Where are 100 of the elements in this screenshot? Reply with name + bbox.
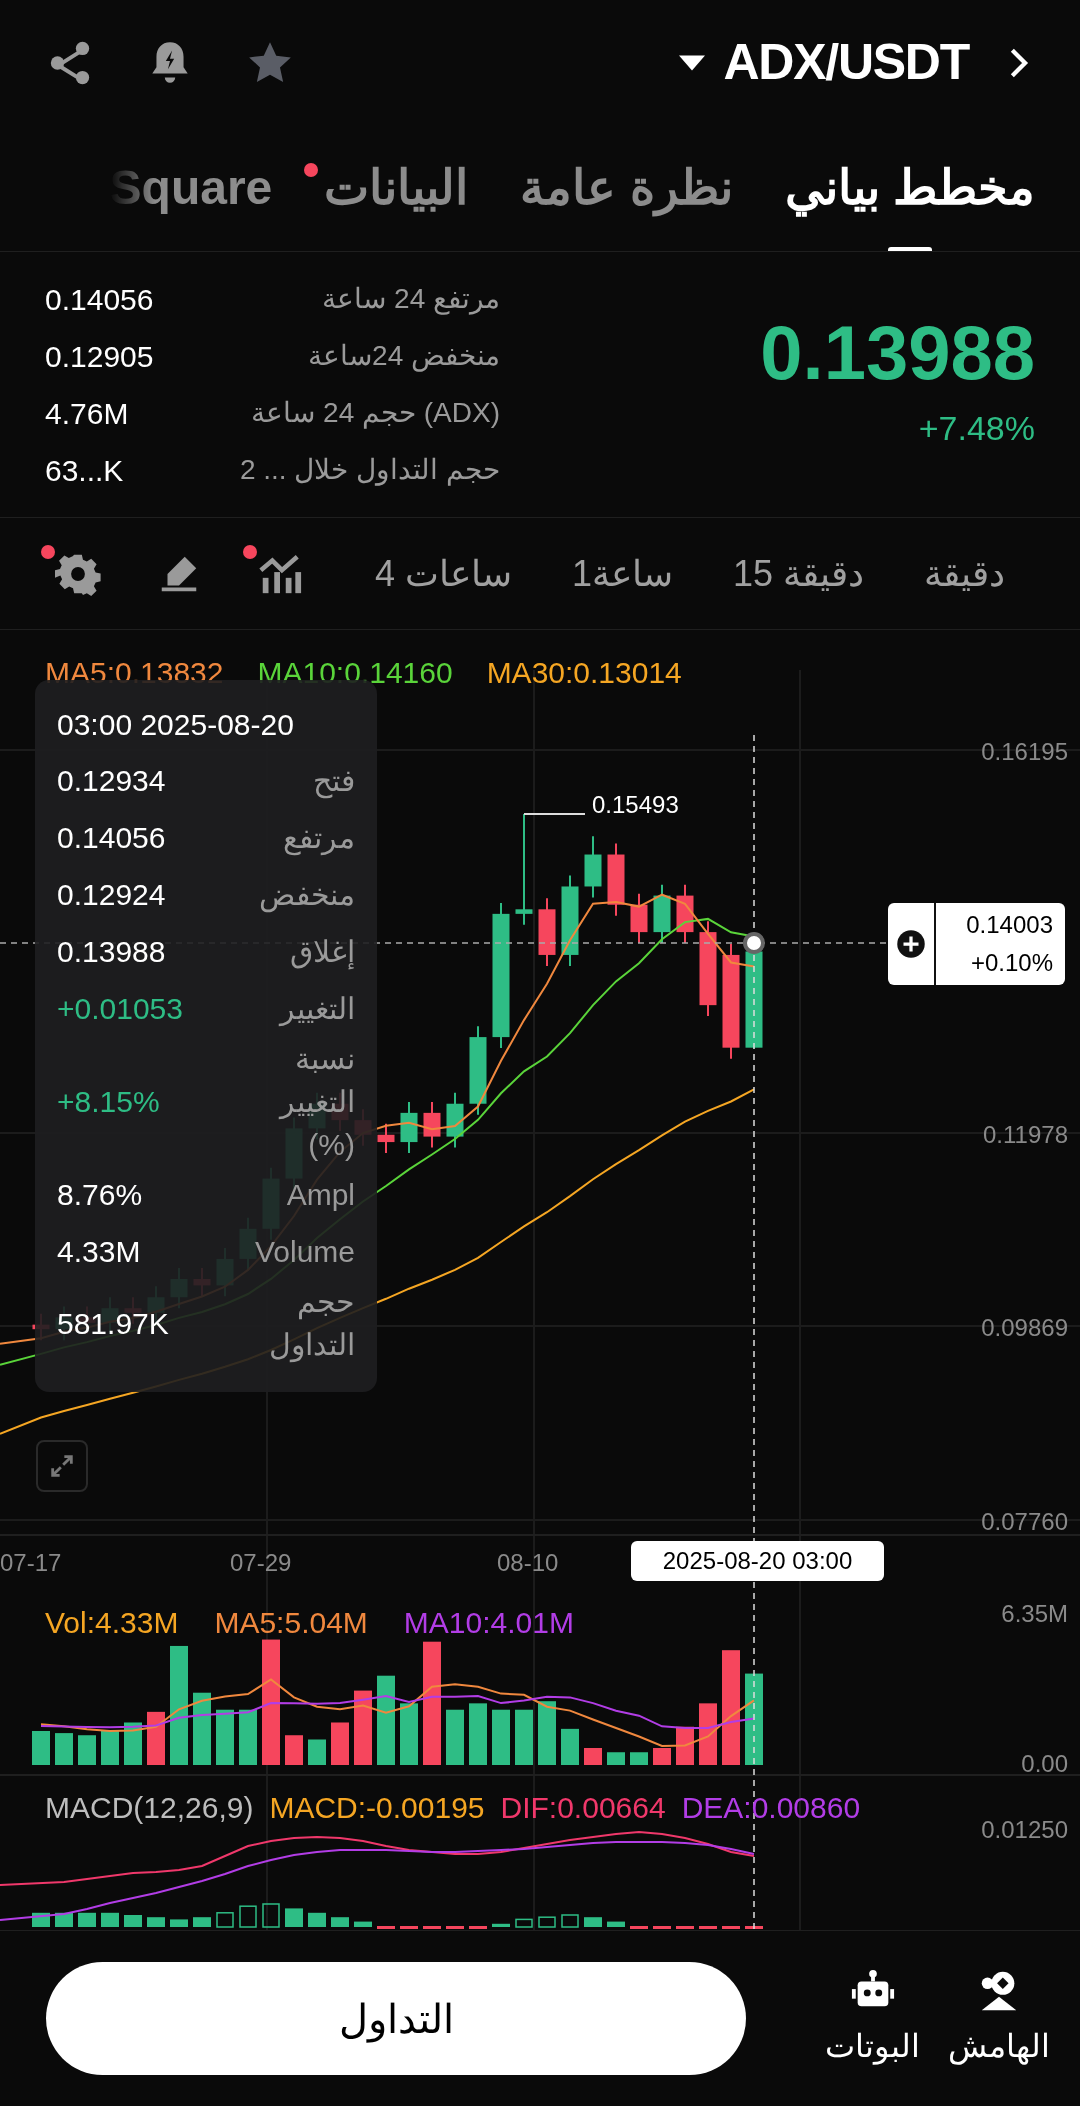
tooltip-value: +8.15% — [57, 1084, 160, 1120]
interval-tab[interactable]: دقيقة — [924, 546, 1005, 601]
axis-label: 0.00 — [1021, 1749, 1068, 1779]
pair-title[interactable]: ADX/USDT — [723, 25, 969, 100]
macd-histogram-bar — [630, 1926, 648, 1929]
volume-bar — [400, 1703, 418, 1765]
tooltip-label: Volume — [253, 1234, 355, 1270]
nav-item[interactable]: البوتات — [825, 1967, 920, 2070]
volume-bar — [446, 1709, 464, 1765]
axis-label: 6.35M — [1001, 1599, 1068, 1629]
expand-icon[interactable] — [36, 1440, 88, 1492]
interval-tab[interactable]: 4 ساعات — [374, 546, 512, 601]
indicator-legend: MA30:0.13014 — [486, 650, 682, 695]
stat-value: 4.76M — [45, 395, 129, 432]
tab[interactable]: البيانات — [324, 125, 469, 251]
crosshair-price: 0.14003 — [966, 910, 1053, 940]
macd-histogram-bar — [308, 1912, 326, 1927]
macd-histogram-bar — [653, 1926, 671, 1929]
candle — [653, 883, 671, 945]
macd-histogram-bar — [216, 1912, 234, 1928]
stat-value: 63...K — [45, 452, 124, 489]
macd-histogram-bar — [193, 1917, 211, 1927]
macd-legend: MACD:-0.00195 — [269, 1785, 485, 1830]
volume-bar — [538, 1701, 556, 1765]
macd-histogram-bar — [262, 1903, 280, 1928]
nav-label: الهامش — [948, 2026, 1050, 2067]
volume-legend: MA10:4.01M — [403, 1600, 574, 1645]
tooltip-label: إغلاق — [289, 934, 355, 972]
high-price-label: 0.15493 — [592, 790, 679, 820]
candle — [538, 897, 556, 967]
axis-label: 0.09869 — [981, 1313, 1068, 1343]
macd-legend: DEA:0.00860 — [681, 1785, 861, 1830]
tooltip-label: فتح — [312, 763, 355, 801]
date-label: 07-29 — [230, 1548, 292, 1578]
tooltip-label: Ampl — [285, 1177, 355, 1213]
candle — [584, 835, 602, 899]
macd-histogram-bar — [377, 1926, 395, 1929]
candle — [446, 1091, 464, 1149]
tooltip-value: +0.01053 — [57, 991, 183, 1027]
macd-histogram-bar — [354, 1921, 372, 1927]
macd-histogram-bar — [78, 1912, 96, 1927]
volume-bar — [676, 1726, 694, 1765]
macd-histogram-bar — [515, 1918, 533, 1928]
tooltip-value: 0.13988 — [57, 934, 166, 970]
volume-bar — [515, 1709, 533, 1765]
macd-histogram-bar — [676, 1926, 694, 1929]
volume-bar — [331, 1722, 349, 1765]
macd-histogram-bar — [446, 1926, 464, 1929]
volume-legend: MA5:5.04M — [214, 1600, 368, 1645]
volume-legend: Vol:4.33M — [45, 1600, 179, 1645]
macd-histogram-bar — [331, 1917, 349, 1927]
tooltip-value: 0.14056 — [57, 820, 166, 856]
tooltip-datetime: 03:00 2025-08-20 — [57, 707, 295, 743]
candle — [377, 1122, 395, 1155]
macd-histogram-bar — [469, 1926, 487, 1929]
macd-histogram-bar — [722, 1926, 740, 1929]
macd-histogram-bar — [147, 1917, 165, 1927]
volume-bar — [147, 1711, 165, 1765]
tooltip-label: التغيير — [277, 991, 355, 1029]
stat-label: منخفض 24ساعة — [308, 339, 500, 374]
candle — [630, 892, 648, 945]
volume-bar — [216, 1709, 234, 1765]
trade-button[interactable]: التداول — [46, 1962, 746, 2075]
tooltip-value: 8.76% — [57, 1177, 143, 1213]
macd-histogram-bar — [101, 1912, 119, 1927]
volume-bar — [630, 1752, 648, 1765]
macd-legend: DIF:0.00664 — [500, 1785, 666, 1830]
tab[interactable]: مخطط بياني — [784, 125, 1035, 251]
tooltip-value: 0.12924 — [57, 877, 166, 913]
volume-bar — [285, 1735, 303, 1765]
last-price: 0.13988 — [760, 315, 1035, 391]
macd-histogram-bar — [423, 1926, 441, 1929]
tab[interactable]: نظرة عامة — [520, 125, 733, 251]
macd-histogram-bar — [124, 1915, 142, 1927]
tab[interactable]: Square — [109, 125, 273, 251]
volume-bar — [124, 1722, 142, 1765]
volume-bar — [699, 1703, 717, 1765]
nav-item[interactable]: الهامش — [948, 1967, 1050, 2070]
axis-label: 0.16195 — [981, 737, 1068, 767]
macd-histogram-bar — [745, 1926, 763, 1929]
stat-value: 0.12905 — [45, 338, 154, 375]
macd-histogram-bar — [170, 1919, 188, 1927]
axis-label: 0.07760 — [981, 1507, 1068, 1537]
dropdown-caret-icon[interactable] — [679, 52, 706, 73]
macd-histogram-bar — [285, 1908, 303, 1927]
nav-label: البوتات — [825, 2026, 920, 2067]
crosshair-change: +0.10% — [970, 948, 1053, 978]
volume-bar — [492, 1709, 510, 1765]
axis-label: 0.01250 — [981, 1815, 1068, 1845]
candle — [676, 883, 694, 945]
add-order-icon[interactable] — [896, 929, 926, 959]
date-label: 07-17 — [0, 1548, 62, 1578]
interval-tab[interactable]: 1ساعة — [571, 546, 673, 601]
tooltip-value: 0.12934 — [57, 763, 166, 799]
stat-value: 0.14056 — [45, 281, 154, 318]
volume-bar — [101, 1731, 119, 1765]
tooltip-value: 4.33M — [57, 1234, 141, 1270]
macd-histogram-bar — [492, 1923, 510, 1927]
interval-tab[interactable]: 15 دقيقة — [732, 546, 864, 601]
stat-label: مرتفع 24 ساعة — [322, 282, 500, 317]
